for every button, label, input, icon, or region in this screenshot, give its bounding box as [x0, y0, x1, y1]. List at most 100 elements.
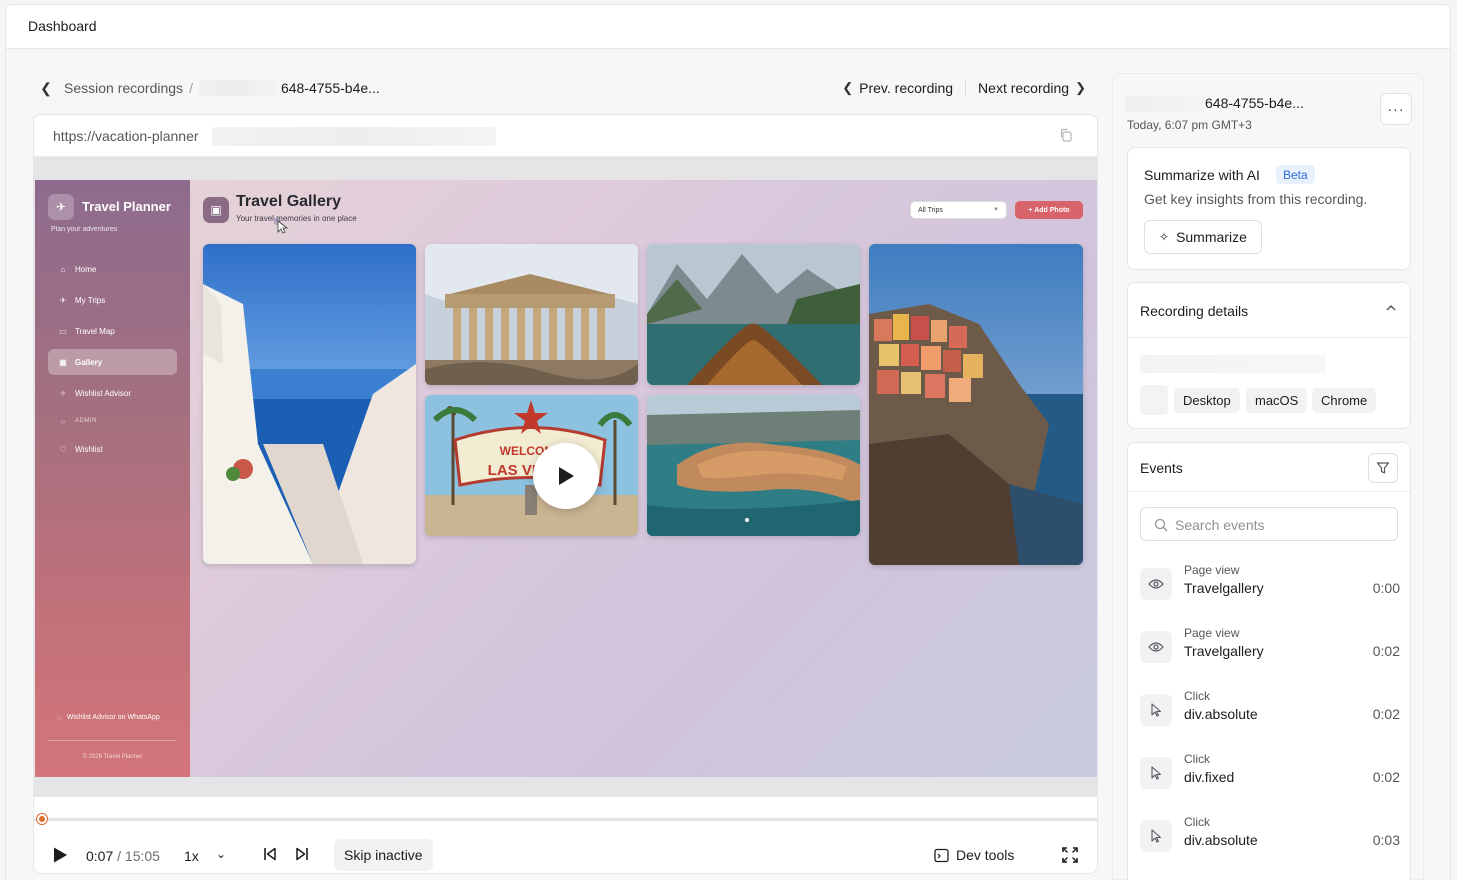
- photo-las-vegas[interactable]: WELCOME LAS VEGAS: [425, 395, 638, 536]
- playback-progress-thumb[interactable]: [37, 814, 47, 824]
- eye-icon: [1140, 568, 1172, 600]
- app-nav-travel-map[interactable]: ▭ Travel Map: [48, 318, 177, 344]
- cursor-icon: [1140, 820, 1172, 852]
- app-nav-label: My Trips: [75, 295, 106, 305]
- recording-details-title[interactable]: Recording details: [1140, 303, 1248, 319]
- session-player: https://vacation-planner ✈ Travel Planne…: [33, 114, 1098, 874]
- ai-summary-title: Summarize with AI: [1144, 167, 1260, 183]
- skip-inactive-toggle[interactable]: Skip inactive: [334, 839, 433, 871]
- event-row[interactable]: Click div.absolute 0:03: [1140, 815, 1400, 865]
- photo-lake-boat[interactable]: [647, 244, 860, 385]
- chevron-up-icon[interactable]: [1384, 301, 1398, 315]
- event-row[interactable]: Click div.absolute 0:02: [1140, 689, 1400, 739]
- time-separator: /: [113, 848, 125, 864]
- total-time: 15:05: [124, 848, 160, 864]
- top-bar: Dashboard: [5, 4, 1451, 49]
- app-brand: Travel Planner: [82, 199, 171, 214]
- event-kind: Page view: [1184, 563, 1240, 577]
- app-nav-wishlist[interactable]: ♡ Wishlist: [48, 436, 177, 462]
- redacted-detail: [1140, 355, 1326, 373]
- trips-filter-value: All Trips: [918, 206, 943, 214]
- fullscreen-icon[interactable]: [1061, 846, 1079, 864]
- event-kind: Click: [1184, 689, 1210, 703]
- skip-forward-icon[interactable]: [294, 846, 310, 862]
- redacted-url: [212, 127, 496, 146]
- whatsapp-link[interactable]: ◌ Wishlist Advisor on WhatsApp: [57, 712, 177, 723]
- divider: [1128, 491, 1410, 492]
- photo-santorini[interactable]: [203, 244, 416, 564]
- gallery-subtitle: Your travel memories in one place: [236, 214, 357, 223]
- replayed-app: ✈ Travel Planner Plan your adventures ⌂ H…: [35, 180, 1097, 777]
- app-nav-gallery[interactable]: ▣ Gallery: [48, 349, 177, 375]
- os-chip: macOS: [1246, 388, 1308, 413]
- dev-tools-button[interactable]: Dev tools: [934, 847, 1014, 863]
- divider: [1128, 337, 1410, 338]
- sparkle-icon: ✧: [1159, 230, 1170, 244]
- summarize-button[interactable]: ✧ Summarize: [1144, 220, 1262, 254]
- breadcrumb-parent[interactable]: Session recordings: [64, 80, 183, 96]
- recording-url: https://vacation-planner: [53, 128, 199, 144]
- app-nav-label: Wishlist Advisor: [75, 388, 132, 398]
- event-time: 0:03: [1372, 832, 1400, 848]
- app-nav-admin-section: ○ ADMIN: [48, 411, 177, 431]
- event-row[interactable]: Page view Travelgallery 0:02: [1140, 626, 1400, 676]
- search-events-input[interactable]: [1175, 514, 1385, 536]
- app-nav-label: Home: [75, 264, 97, 274]
- event-name: Travelgallery: [1184, 580, 1264, 596]
- app-nav-my-trips[interactable]: ✈ My Trips: [48, 287, 177, 313]
- url-bar: https://vacation-planner: [34, 115, 1097, 157]
- whatsapp-label: Wishlist Advisor on WhatsApp: [66, 714, 160, 721]
- redacted-flag: [1140, 385, 1168, 415]
- sidebar-divider: [48, 740, 176, 741]
- next-recording-button[interactable]: Next recording: [978, 80, 1069, 96]
- search-events-field[interactable]: [1140, 507, 1398, 541]
- event-kind: Page view: [1184, 626, 1240, 640]
- event-row[interactable]: Click div.fixed 0:02: [1140, 752, 1400, 802]
- search-icon: [1154, 518, 1168, 532]
- shield-icon: ○: [60, 416, 66, 426]
- nav-divider: [965, 79, 967, 97]
- skip-back-icon[interactable]: [262, 846, 278, 862]
- back-chevron-icon[interactable]: ❮: [36, 80, 56, 97]
- event-kind: Click: [1184, 815, 1210, 829]
- mouse-cursor-icon: [274, 218, 288, 234]
- filter-button[interactable]: [1368, 453, 1398, 483]
- photo-cinque-terre[interactable]: [869, 244, 1083, 565]
- events-card: Events Page view Travelgallery 0:00 Page…: [1127, 442, 1411, 880]
- video-play-button[interactable]: [533, 443, 599, 509]
- breadcrumb-separator: /: [189, 80, 193, 96]
- replay-stage: ✈ Travel Planner Plan your adventures ⌂ H…: [34, 157, 1097, 797]
- breadcrumb: ❮ Session recordings / 648-4755-b4e...: [36, 78, 380, 98]
- event-time: 0:02: [1372, 706, 1400, 722]
- app-nav-home[interactable]: ⌂ Home: [48, 256, 177, 282]
- ai-summary-description: Get key insights from this recording.: [1144, 191, 1368, 207]
- add-photo-button[interactable]: + Add Photo: [1015, 201, 1083, 219]
- play-icon[interactable]: [52, 846, 68, 864]
- breadcrumb-current: 648-4755-b4e...: [280, 80, 380, 96]
- photo-dubrovnik[interactable]: [647, 395, 860, 536]
- chevron-right-icon[interactable]: ❯: [1075, 80, 1086, 96]
- prev-recording-button[interactable]: Prev. recording: [859, 80, 953, 96]
- chevron-down-icon[interactable]: ⌄: [216, 847, 226, 861]
- whatsapp-icon: ◌: [57, 713, 62, 722]
- event-row[interactable]: Page view Travelgallery 0:00: [1140, 563, 1400, 613]
- event-kind: Click: [1184, 752, 1210, 766]
- app-nav-label: Gallery: [75, 357, 103, 367]
- playback-progress-track[interactable]: [34, 818, 1097, 821]
- event-name: div.fixed: [1184, 769, 1235, 785]
- chevron-left-icon[interactable]: ❮: [842, 80, 853, 96]
- copy-icon[interactable]: [1059, 128, 1073, 142]
- device-chip: Desktop: [1174, 388, 1240, 413]
- app-nav-wishlist-advisor[interactable]: ✧ Wishlist Advisor: [48, 380, 177, 406]
- photo-parthenon[interactable]: [425, 244, 638, 385]
- beta-badge: Beta: [1276, 165, 1315, 184]
- eye-icon: [1140, 631, 1172, 663]
- event-name: div.absolute: [1184, 706, 1258, 722]
- image-icon: ▣: [59, 357, 67, 367]
- more-options-button[interactable]: ···: [1380, 93, 1412, 125]
- trips-filter-select[interactable]: All Trips ▼: [910, 201, 1007, 219]
- playback-speed-value[interactable]: 1x: [184, 848, 199, 864]
- home-icon: ⌂: [60, 264, 66, 274]
- events-title: Events: [1140, 460, 1183, 476]
- admin-label: ADMIN: [75, 418, 97, 424]
